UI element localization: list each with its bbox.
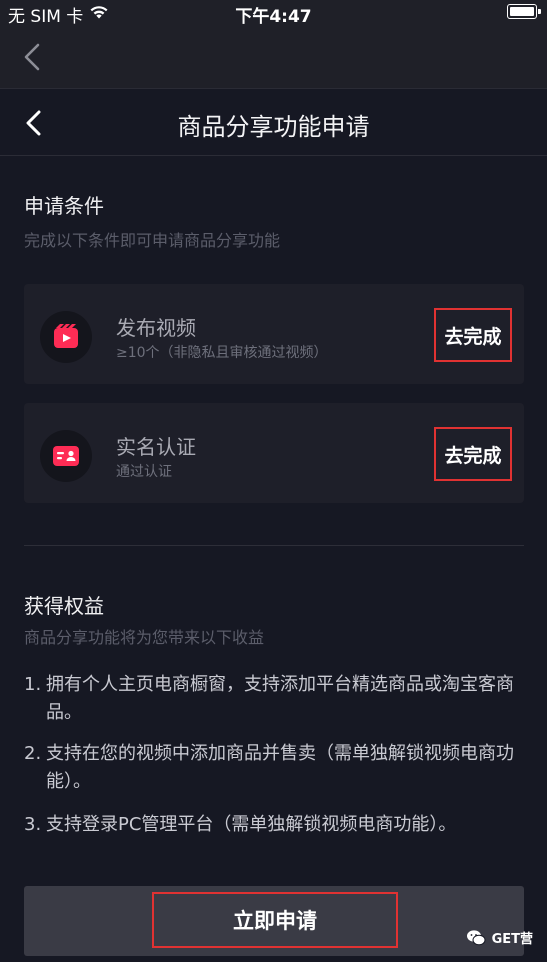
benefit-number: 2. [24, 743, 42, 764]
chevron-left-icon [24, 43, 40, 71]
wechat-icon [466, 929, 486, 945]
conditions-subtitle: 完成以下条件即可申请商品分享功能 [24, 231, 281, 250]
video-clapper-icon [40, 311, 92, 363]
watermark-label: GET营 [491, 932, 533, 947]
complete-verify-button[interactable]: 去完成 [434, 427, 512, 481]
page-header: 商品分享功能申请 [0, 89, 547, 156]
benefit-text: 支持登录PC管理平台（需单独解锁视频电商功能）。 [46, 814, 457, 835]
page: 无 SIM 卡 下午4:47 商品分享功能申请 申请条件 完成以下条件即可申请商… [0, 0, 547, 962]
outer-nav-bar [0, 26, 547, 89]
condition-desc: 通过认证 [116, 464, 172, 480]
id-card-icon [40, 430, 92, 482]
benefit-item: 3. 支持登录PC管理平台（需单独解锁视频电商功能）。 [24, 811, 534, 839]
apply-bar[interactable]: 立即申请 [24, 886, 524, 956]
complete-video-button[interactable]: 去完成 [434, 308, 512, 362]
outer-back-button[interactable] [20, 42, 46, 72]
conditions-title: 申请条件 [24, 194, 104, 218]
watermark: GET营 [466, 928, 533, 947]
benefit-item: 1. 拥有个人主页电商橱窗，支持添加平台精选商品或淘宝客商品。 [24, 671, 534, 727]
benefit-text: 拥有个人主页电商橱窗，支持添加平台精选商品或淘宝客商品。 [46, 674, 514, 723]
battery-icon [507, 4, 541, 19]
condition-title: 发布视频 [116, 316, 196, 340]
condition-card-video: 发布视频 ≥10个（非隐私且审核通过视频） 去完成 [24, 284, 524, 384]
benefit-text: 支持在您的视频中添加商品并售卖（需单独解锁视频电商功能）。 [46, 743, 514, 792]
condition-card-verify: 实名认证 通过认证 去完成 [24, 403, 524, 503]
page-title: 商品分享功能申请 [177, 113, 370, 141]
status-bar: 无 SIM 卡 下午4:47 [0, 0, 547, 27]
divider [24, 545, 524, 546]
benefit-item: 2. 支持在您的视频中添加商品并售卖（需单独解锁视频电商功能）。 [24, 740, 534, 796]
benefit-number: 3. [24, 814, 42, 835]
benefits-subtitle: 商品分享功能将为您带来以下收益 [24, 628, 265, 647]
status-time: 下午4:47 [235, 7, 312, 27]
benefit-number: 1. [24, 674, 42, 695]
benefits-title: 获得权益 [24, 594, 104, 618]
condition-title: 实名认证 [116, 435, 196, 459]
condition-desc: ≥10个（非隐私且审核通过视频） [116, 345, 328, 361]
apply-now-button[interactable]: 立即申请 [152, 892, 398, 948]
